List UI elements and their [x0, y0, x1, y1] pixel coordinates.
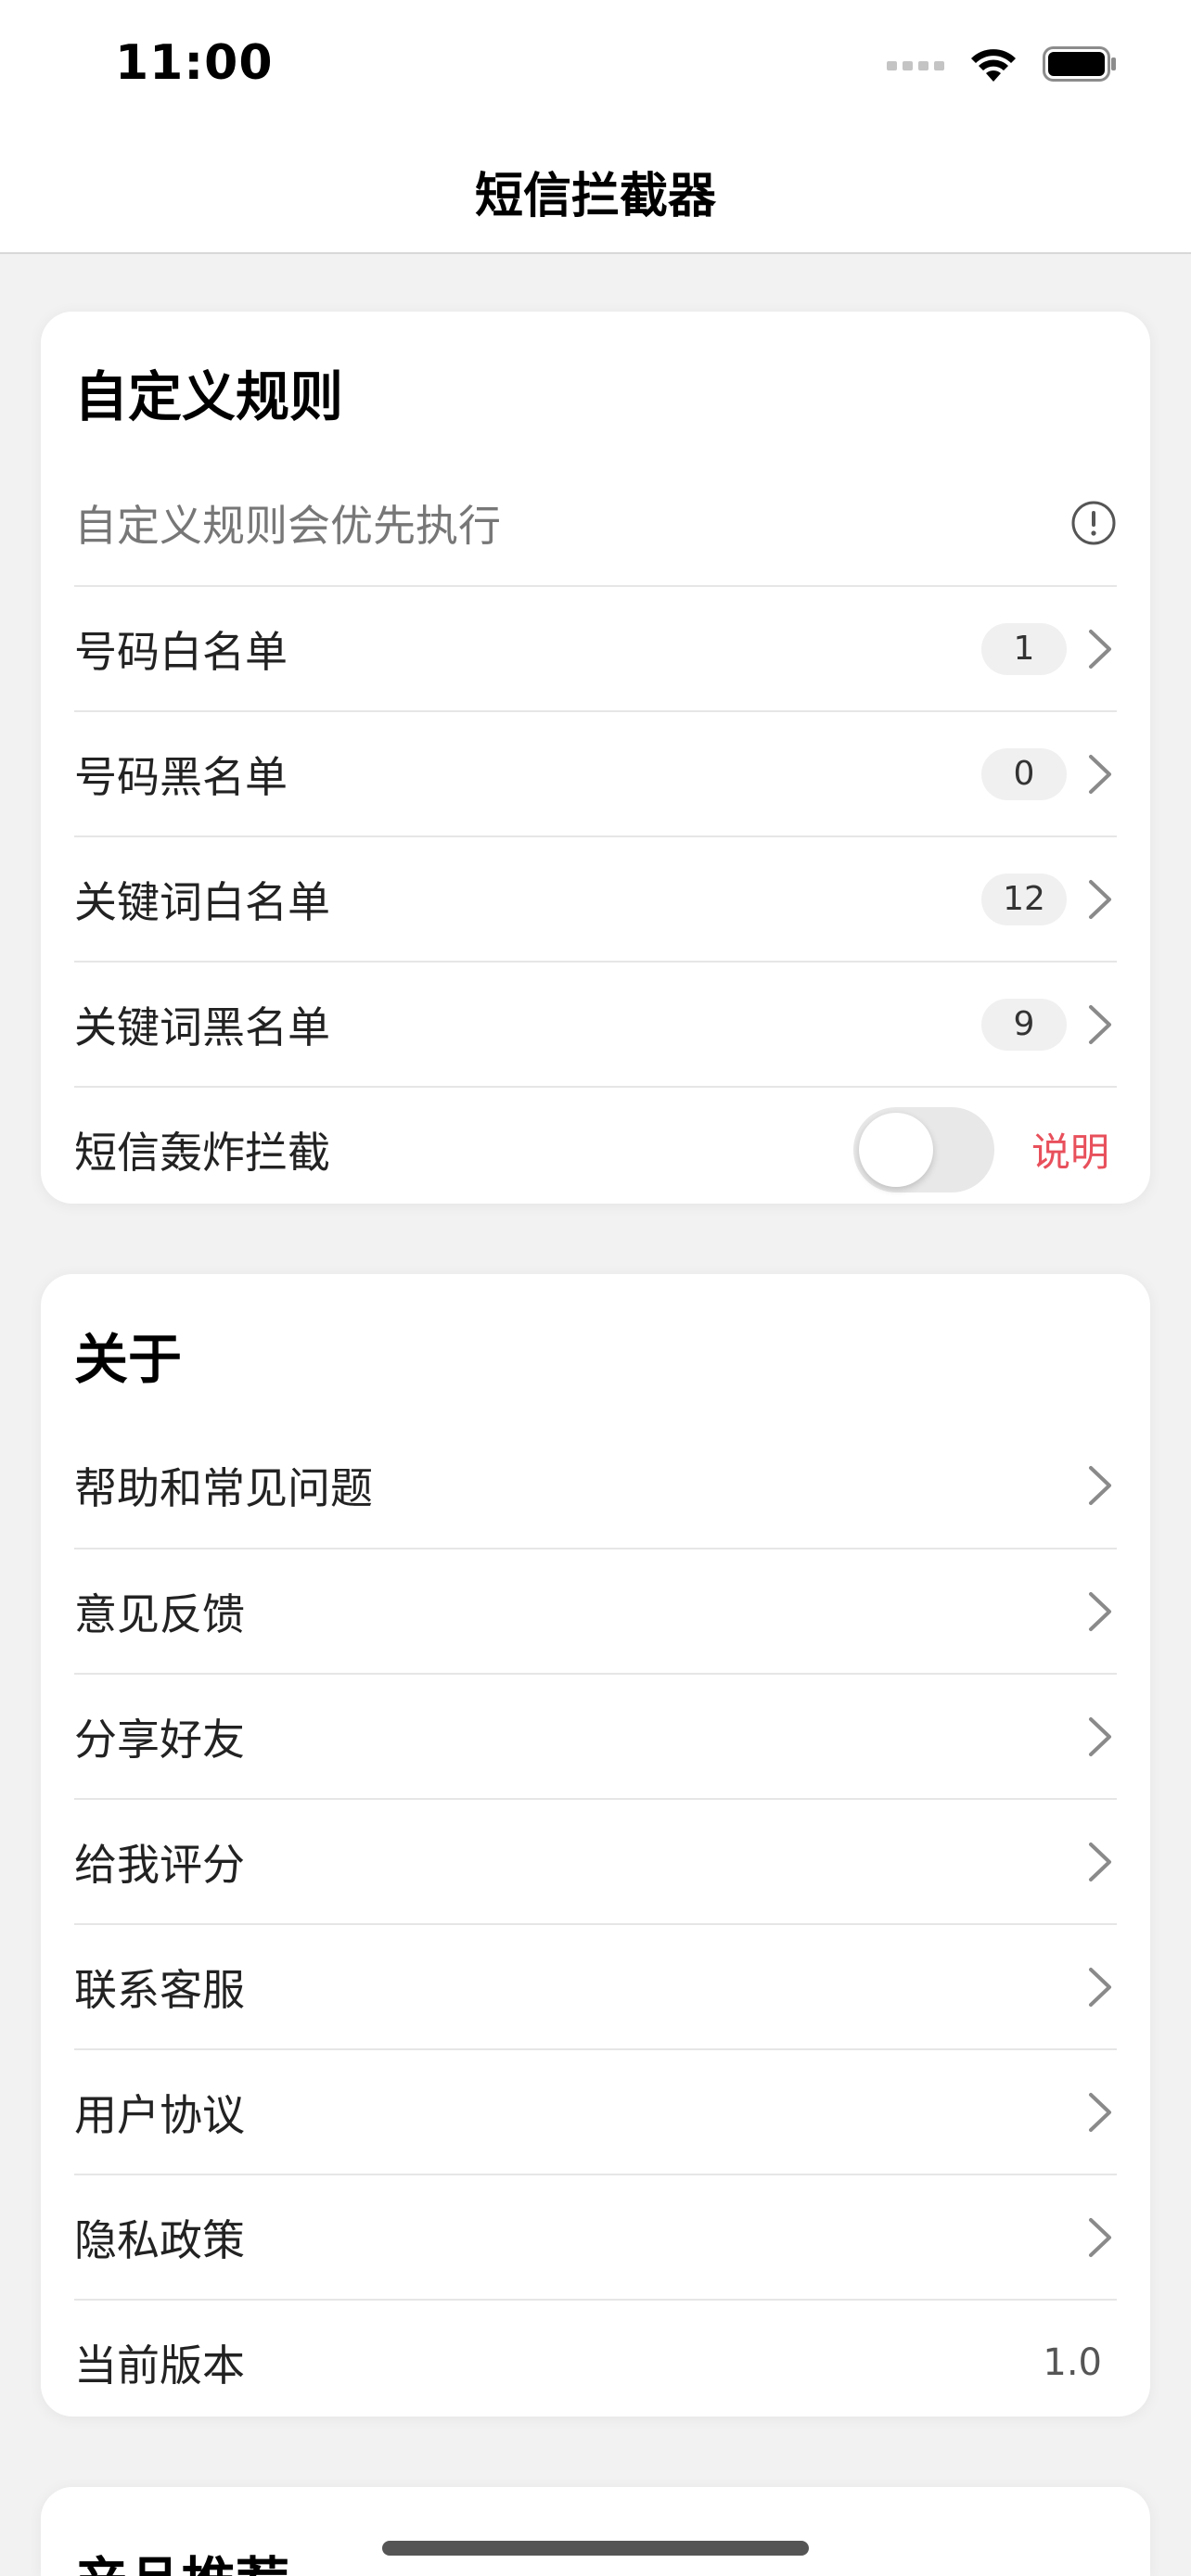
toggle-knob	[858, 1112, 933, 1187]
row-label: 给我评分	[74, 1839, 245, 1890]
info-circle-icon[interactable]	[1070, 500, 1117, 546]
status-bar: 11:00	[0, 0, 1191, 130]
share-friends-row[interactable]: 分享好友	[74, 1673, 1117, 1798]
wifi-icon	[971, 49, 1016, 82]
battery-icon	[1043, 46, 1116, 82]
row-right: 说明	[852, 1106, 1117, 1192]
count-badge: 9	[981, 998, 1067, 1051]
status-time: 11:00	[115, 35, 274, 91]
current-version-row: 当前版本 1.0	[74, 2299, 1117, 2424]
chevron-right-icon	[1089, 1842, 1111, 1881]
keyword-whitelist-row[interactable]: 关键词白名单 12	[74, 835, 1117, 961]
sms-bomb-block-toggle[interactable]	[852, 1106, 994, 1192]
row-label: 短信轰炸拦截	[74, 1127, 330, 1178]
chevron-right-icon	[1089, 1967, 1111, 2007]
feedback-row[interactable]: 意见反馈	[74, 1548, 1117, 1673]
count-badge: 0	[981, 747, 1067, 800]
product-recommendations-card: 产品推荐	[41, 2487, 1150, 2576]
custom-rules-note: 自定义规则会优先执行	[74, 500, 501, 551]
chevron-right-icon	[1089, 1465, 1111, 1505]
chevron-right-icon	[1089, 1716, 1111, 1756]
row-right: 9	[981, 998, 1117, 1051]
chevron-right-icon	[1089, 1004, 1111, 1044]
chevron-right-icon	[1089, 1591, 1111, 1631]
chevron-right-icon	[1089, 2217, 1111, 2257]
row-label: 关键词白名单	[74, 876, 330, 927]
navigation-bar: 短信拦截器	[0, 130, 1191, 254]
custom-rules-title: 自定义规则	[74, 365, 344, 428]
chevron-right-icon	[1089, 629, 1111, 669]
page-title: 短信拦截器	[474, 168, 716, 224]
row-right: 0	[981, 747, 1117, 800]
custom-rules-note-row: 自定义规则会优先执行	[74, 460, 1117, 585]
product-recommendations-title: 产品推荐	[74, 2487, 1117, 2576]
custom-rules-card: 自定义规则 自定义规则会优先执行 号码白名单 1 号码黑名单 0 关键词白名单 …	[41, 312, 1150, 1204]
chevron-right-icon	[1089, 2092, 1111, 2132]
row-label: 号码黑名单	[74, 751, 288, 802]
chevron-right-icon	[1089, 879, 1111, 919]
row-label: 联系客服	[74, 1964, 245, 2015]
home-indicator	[382, 2541, 809, 2556]
row-label: 意见反馈	[74, 1588, 245, 1639]
row-label: 帮助和常见问题	[74, 1462, 373, 1513]
row-right: 12	[981, 873, 1117, 925]
count-badge: 1	[981, 622, 1067, 675]
count-badge: 12	[981, 873, 1067, 925]
number-whitelist-row[interactable]: 号码白名单 1	[74, 585, 1117, 710]
row-label: 关键词黑名单	[74, 1001, 330, 1052]
version-value: 1.0	[1043, 2340, 1102, 2384]
about-title: 关于	[74, 1328, 183, 1391]
about-card: 关于 帮助和常见问题 意见反馈 分享好友 给我评分 联系客服 用户协议 隐私政策…	[41, 1274, 1150, 2417]
rate-app-row[interactable]: 给我评分	[74, 1798, 1117, 1923]
contact-support-row[interactable]: 联系客服	[74, 1923, 1117, 2048]
row-right: 1	[981, 622, 1117, 675]
row-label: 当前版本	[74, 2340, 245, 2391]
keyword-blacklist-row[interactable]: 关键词黑名单 9	[74, 961, 1117, 1086]
row-label: 隐私政策	[74, 2214, 245, 2265]
row-label: 用户协议	[74, 2089, 245, 2140]
number-blacklist-row[interactable]: 号码黑名单 0	[74, 710, 1117, 835]
privacy-policy-row[interactable]: 隐私政策	[74, 2174, 1117, 2299]
sms-bomb-block-row: 短信轰炸拦截 说明	[74, 1086, 1117, 1211]
status-icons	[887, 45, 1117, 83]
row-label: 分享好友	[74, 1714, 245, 1765]
cellular-signal-icon	[887, 61, 944, 70]
user-agreement-row[interactable]: 用户协议	[74, 2048, 1117, 2174]
chevron-right-icon	[1089, 754, 1111, 794]
help-faq-row[interactable]: 帮助和常见问题	[74, 1422, 1117, 1548]
row-label: 号码白名单	[74, 626, 288, 677]
explain-link[interactable]: 说明	[1031, 1121, 1109, 1178]
